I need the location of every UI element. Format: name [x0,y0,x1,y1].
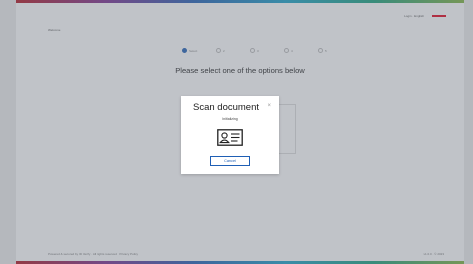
cancel-button[interactable]: Cancel [210,156,250,166]
dialog-title: Scan document [193,102,260,113]
dialog-status: Initializing [222,117,238,121]
close-icon[interactable]: × [267,103,271,109]
scan-document-dialog: Scan document × Initializing Cancel [181,96,279,174]
id-card-icon [217,129,243,146]
